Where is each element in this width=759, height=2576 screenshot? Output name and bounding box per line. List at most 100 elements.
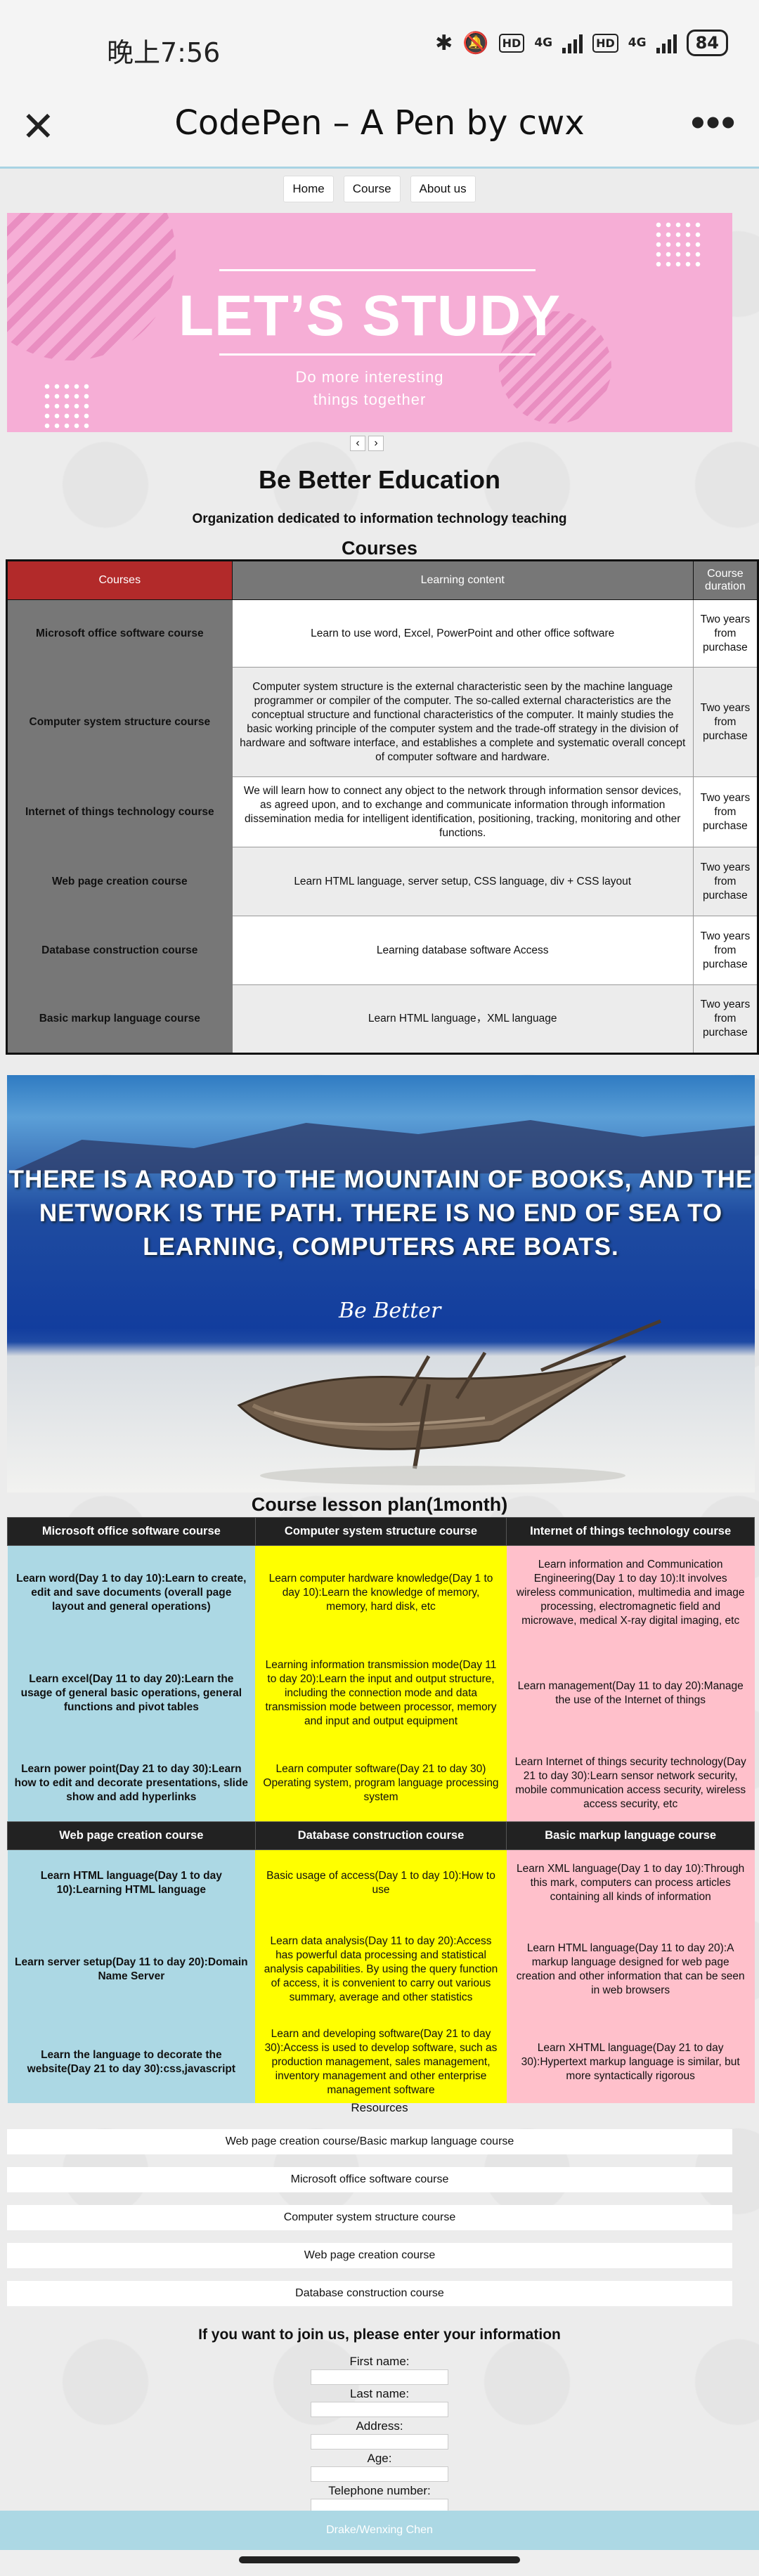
resource-link[interactable]: Web page creation course/Basic markup la… <box>7 2129 732 2154</box>
course-name: Internet of things technology course <box>6 776 233 847</box>
join-form: First name: Last name: Address: Age: Tel… <box>0 2354 759 2516</box>
web-page: Home Course About us LET’S STUDY Do more… <box>0 169 759 2520</box>
plan-cell: Learn and developing software(Day 21 to … <box>255 2022 507 2103</box>
network-type-2: 4G <box>628 35 647 50</box>
course-content: We will learn how to connect any object … <box>231 776 694 847</box>
plan-cell: Basic usage of access(Day 1 to day 10):H… <box>255 1849 507 1917</box>
bluetooth-icon: ✱ <box>435 30 453 56</box>
courses-heading: Courses <box>341 538 418 559</box>
plan-header-row: Microsoft office software course Compute… <box>7 1517 755 1546</box>
status-time: 晚上7:56 <box>107 37 221 68</box>
plan-cell: Learn data analysis(Day 11 to day 20):Ac… <box>255 1916 507 2022</box>
table-row: Computer system structure course Compute… <box>6 667 759 777</box>
network-type: 4G <box>534 35 553 50</box>
plan-cell: Learning information transmission mode(D… <box>255 1640 507 1746</box>
plan-cell: Learn server setup(Day 11 to day 20):Dom… <box>7 1916 256 2022</box>
hd-badge-2: HD <box>592 33 618 53</box>
carousel-prev-button[interactable]: ‹ <box>350 436 365 451</box>
boat-image: THERE IS A ROAD TO THE MOUNTAIN OF BOOKS… <box>7 1075 755 1492</box>
carousel-controls: ‹ › <box>350 436 384 451</box>
column-header: Courses <box>6 560 233 600</box>
course-content: Learn to use word, Excel, PowerPoint and… <box>231 599 694 668</box>
sub-heading: Organization dedicated to information te… <box>192 512 567 526</box>
last-name-label: Last name: <box>349 2387 410 2400</box>
plan-column-header: Basic markup language course <box>506 1821 755 1850</box>
more-icon[interactable]: ••• <box>691 99 737 145</box>
resource-link[interactable]: Database construction course <box>7 2281 732 2306</box>
plan-cell: Learn the language to decorate the websi… <box>7 2022 256 2103</box>
nav-home[interactable]: Home <box>283 176 334 202</box>
hero-banner: LET’S STUDY Do more interesting things t… <box>7 213 732 432</box>
table-row: Database construction course Learning da… <box>6 916 759 985</box>
course-content: Learning database software Access <box>231 916 694 985</box>
courses-table: Courses Learning content Course duration… <box>6 559 759 1055</box>
banner-title: LET’S STUDY <box>178 284 562 348</box>
course-name: Computer system structure course <box>6 667 233 777</box>
column-header: Course duration <box>692 560 759 600</box>
banner-subtitle-line2: things together <box>313 391 427 408</box>
battery-indicator: 84 <box>686 30 728 56</box>
boat-illustration <box>237 1319 661 1485</box>
age-input[interactable] <box>311 2466 448 2482</box>
plan-cell: Learn Internet of things security techno… <box>506 1745 755 1822</box>
nav-course[interactable]: Course <box>343 176 401 202</box>
plan-cell: Learn XHTML language(Day 21 to day 30):H… <box>506 2022 755 2103</box>
plan-cell: Learn computer software(Day 21 to day 30… <box>255 1745 507 1822</box>
first-name-input[interactable] <box>311 2369 448 2385</box>
age-label: Age: <box>367 2452 392 2465</box>
address-input[interactable] <box>311 2434 448 2450</box>
boat-image-script: Be Better <box>339 1299 441 1323</box>
course-duration: Two years from purchase <box>692 599 759 668</box>
banner-rule-bottom <box>219 353 536 356</box>
column-header: Learning content <box>231 560 694 600</box>
form-heading: If you want to join us, please enter you… <box>198 2327 561 2343</box>
plan-column-header: Database construction course <box>254 1821 507 1850</box>
plan-cell: Learn HTML language(Day 1 to day 10):Lea… <box>7 1849 256 1917</box>
course-content: Computer system structure is the externa… <box>231 667 694 777</box>
resource-link[interactable]: Computer system structure course <box>7 2205 732 2230</box>
plan-cell: Learn HTML language(Day 11 to day 20):A … <box>506 1916 755 2022</box>
plan-cell: Learn computer hardware knowledge(Day 1 … <box>255 1545 507 1641</box>
footer: Drake/Wenxing Chen <box>0 2511 759 2550</box>
mute-icon: 🔕 <box>462 30 489 56</box>
top-nav: Home Course About us <box>0 176 759 202</box>
banner-rule-top <box>219 269 536 271</box>
plan-column-header: Computer system structure course <box>254 1517 507 1546</box>
plan-cell: Learn XML language(Day 1 to day 10):Thro… <box>506 1849 755 1917</box>
table-row: Internet of things technology course We … <box>6 776 759 847</box>
banner-subtitle-line1: Do more interesting <box>295 368 444 386</box>
plan-cell: Learn management(Day 11 to day 20):Manag… <box>506 1640 755 1746</box>
signal-icon <box>562 32 583 53</box>
resource-link[interactable]: Microsoft office software course <box>7 2167 732 2192</box>
plan-row: Learn excel(Day 11 to day 20):Learn the … <box>7 1640 755 1746</box>
home-indicator[interactable] <box>239 2556 520 2563</box>
course-duration: Two years from purchase <box>692 667 759 777</box>
banner-subtitle: Do more interesting things together <box>7 366 732 411</box>
last-name-input[interactable] <box>311 2402 448 2417</box>
resource-link[interactable]: Web page creation course <box>7 2243 732 2268</box>
lesson-plan-heading: Course lesson plan(1month) <box>251 1494 508 1515</box>
plan-row: Learn the language to decorate the websi… <box>7 2022 755 2103</box>
course-name: Web page creation course <box>6 847 233 916</box>
plan-row: Learn server setup(Day 11 to day 20):Dom… <box>7 1916 755 2022</box>
plan-column-header: Microsoft office software course <box>7 1517 256 1546</box>
signal-icon-2 <box>656 32 677 53</box>
course-content: Learn HTML language，XML language <box>231 984 694 1054</box>
carousel-next-button[interactable]: › <box>368 436 384 451</box>
plan-cell: Learn power point(Day 21 to day 30):Lear… <box>7 1745 256 1822</box>
table-row: Web page creation course Learn HTML lang… <box>6 847 759 916</box>
plan-row: Learn power point(Day 21 to day 30):Lear… <box>7 1745 755 1822</box>
status-bar: 晚上7:56 ✱ 🔕 HD 4G HD 4G 84 <box>0 0 759 95</box>
plan-cell: Learn excel(Day 11 to day 20):Learn the … <box>7 1640 256 1746</box>
nav-about-us[interactable]: About us <box>410 176 476 202</box>
first-name-label: First name: <box>349 2355 410 2368</box>
resources-list: Web page creation course/Basic markup la… <box>7 2129 732 2319</box>
telephone-label: Telephone number: <box>328 2484 431 2497</box>
course-duration: Two years from purchase <box>692 847 759 916</box>
lesson-plan-table: Microsoft office software course Compute… <box>7 1517 755 2103</box>
table-row: Microsoft office software course Learn t… <box>6 599 759 668</box>
course-name: Basic markup language course <box>6 984 233 1054</box>
course-duration: Two years from purchase <box>692 776 759 847</box>
course-content: Learn HTML language, server setup, CSS l… <box>231 847 694 916</box>
status-icons: ✱ 🔕 HD 4G HD 4G 84 <box>435 30 728 56</box>
